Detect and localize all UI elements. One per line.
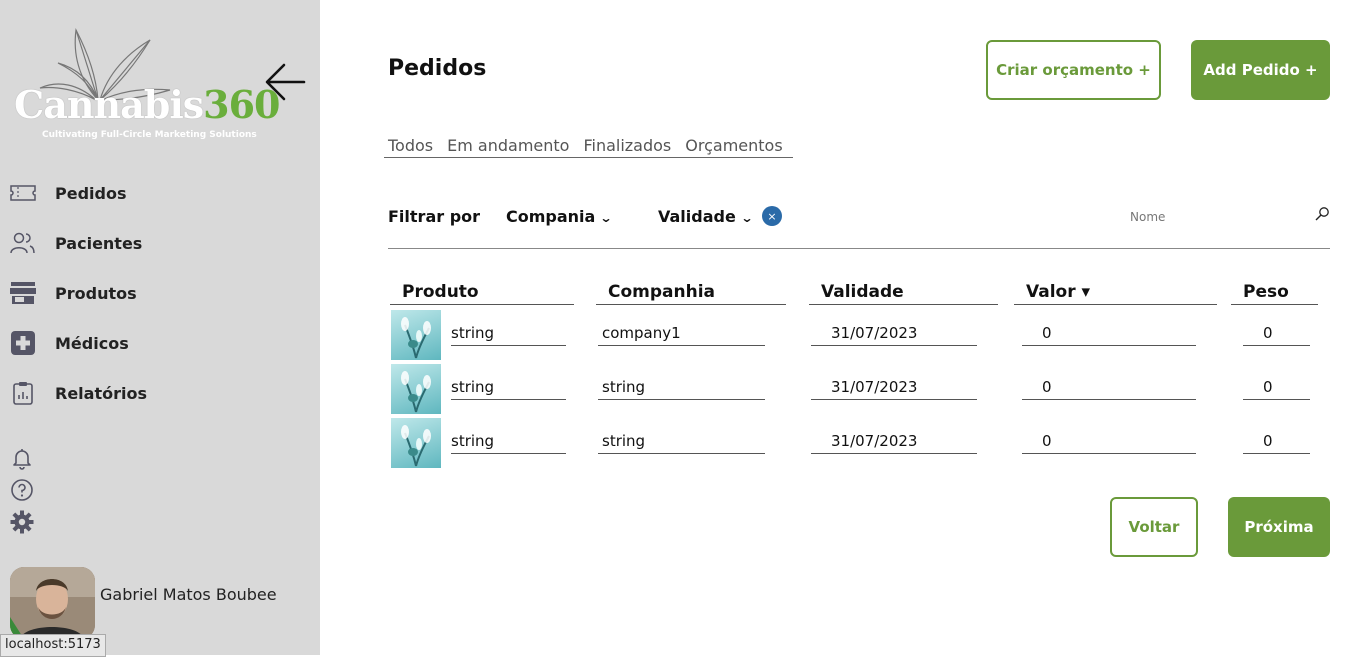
- order-tabs: Todos Em andamento Finalizados Orçamento…: [384, 136, 793, 158]
- cell-validade: 31/07/2023: [811, 378, 977, 400]
- user-name: Gabriel Matos Boubee: [100, 585, 277, 604]
- product-thumbnail: [391, 310, 441, 360]
- product-thumbnail: [391, 418, 441, 468]
- search-icon[interactable]: [1314, 206, 1330, 222]
- add-order-button[interactable]: Add Pedido +: [1191, 40, 1330, 100]
- back-arrow-icon[interactable]: [264, 62, 306, 102]
- sidebar-item-label: Relatórios: [55, 383, 147, 403]
- cell-companhia: company1: [598, 324, 765, 346]
- sidebar-item-label: Pacientes: [55, 233, 143, 253]
- sidebar-item-medicos[interactable]: Médicos: [0, 323, 320, 363]
- avatar: [10, 567, 95, 639]
- help-icon[interactable]: [10, 478, 34, 502]
- status-bar-url: localhost:5173: [0, 634, 106, 657]
- filter-bar: Filtrar por Compania ⌄ Validade ⌄ ×: [388, 200, 1330, 249]
- logo-tagline: Cultivating Full-Circle Marketing Soluti…: [42, 130, 257, 140]
- tab-todos[interactable]: Todos: [384, 136, 443, 157]
- cell-valor: 0: [1022, 378, 1196, 400]
- sidebar-item-label: Médicos: [55, 333, 129, 353]
- sidebar-item-label: Produtos: [55, 283, 137, 303]
- sidebar-item-pedidos[interactable]: Pedidos: [0, 173, 320, 213]
- column-header-valor[interactable]: Valor ▾: [1014, 282, 1217, 305]
- company-filter-dropdown[interactable]: Compania ⌄: [506, 207, 613, 226]
- main-content: Pedidos Criar orçamento + Add Pedido + T…: [320, 0, 1366, 655]
- company-filter-label: Compania: [506, 207, 596, 226]
- medical-cross-icon: [10, 330, 36, 356]
- tab-finalizados[interactable]: Finalizados: [579, 136, 681, 157]
- column-header-produto[interactable]: Produto: [390, 282, 574, 305]
- product-thumbnail: [391, 364, 441, 414]
- page-title: Pedidos: [388, 56, 487, 81]
- cell-produto: string: [451, 324, 566, 346]
- cell-produto: string: [451, 432, 566, 454]
- cell-validade: 31/07/2023: [811, 432, 977, 454]
- cell-peso: 0: [1243, 378, 1310, 400]
- cell-produto: string: [451, 378, 566, 400]
- clipboard-report-icon: [10, 380, 36, 406]
- ticket-icon: [10, 180, 36, 206]
- chevron-down-icon: ⌄: [599, 211, 613, 225]
- logo-word: Cannabis: [14, 82, 204, 127]
- tab-em-andamento[interactable]: Em andamento: [443, 136, 579, 157]
- validity-filter-dropdown[interactable]: Validade ⌄: [658, 207, 754, 226]
- validity-filter-label: Validade: [658, 207, 736, 226]
- next-page-button[interactable]: Próxima: [1228, 497, 1330, 557]
- sidebar-item-pacientes[interactable]: Pacientes: [0, 223, 320, 263]
- chevron-down-icon: ⌄: [740, 211, 754, 225]
- cell-companhia: string: [598, 432, 765, 454]
- sidebar-item-produtos[interactable]: Produtos: [0, 273, 320, 313]
- cell-validade: 31/07/2023: [811, 324, 977, 346]
- clear-filters-button[interactable]: ×: [762, 206, 782, 226]
- filter-label: Filtrar por: [388, 207, 481, 226]
- users-icon: [10, 230, 36, 256]
- cell-peso: 0: [1243, 432, 1310, 454]
- cell-valor: 0: [1022, 324, 1196, 346]
- tab-orcamentos[interactable]: Orçamentos: [681, 136, 792, 157]
- prev-page-button[interactable]: Voltar: [1110, 497, 1198, 557]
- logo-wordmark: Cannabis360: [14, 82, 280, 127]
- create-quote-button[interactable]: Criar orçamento +: [986, 40, 1161, 100]
- column-header-peso[interactable]: Peso: [1231, 282, 1318, 305]
- column-header-validade[interactable]: Validade: [809, 282, 998, 305]
- cell-valor: 0: [1022, 432, 1196, 454]
- sidebar-item-label: Pedidos: [55, 183, 127, 203]
- cell-companhia: string: [598, 378, 765, 400]
- search-input[interactable]: [1128, 204, 1312, 230]
- bell-icon[interactable]: [10, 446, 34, 470]
- cell-peso: 0: [1243, 324, 1310, 346]
- cannabis360-logo[interactable]: Cannabis360 Cultivating Full-Circle Mark…: [14, 28, 280, 148]
- gear-icon[interactable]: [10, 510, 34, 534]
- store-icon: [10, 280, 36, 306]
- column-header-companhia[interactable]: Companhia: [596, 282, 786, 305]
- sidebar: Cannabis360 Cultivating Full-Circle Mark…: [0, 0, 320, 655]
- sidebar-item-relatorios[interactable]: Relatórios: [0, 373, 320, 413]
